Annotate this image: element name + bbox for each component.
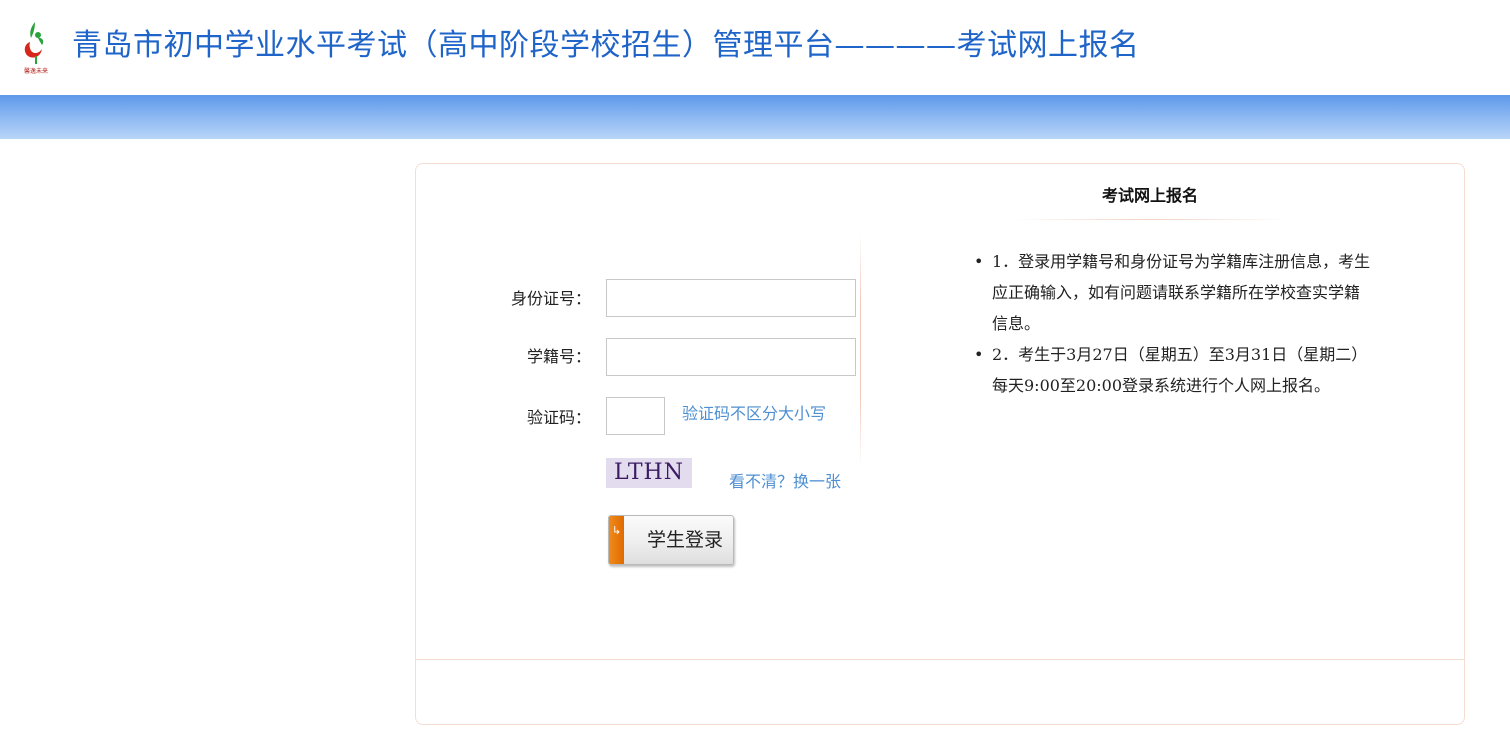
student-number-label: 学籍号：	[526, 347, 591, 366]
captcha-hint: 验证码不区分大小写	[682, 404, 827, 423]
id-number-label: 身份证号：	[510, 289, 591, 308]
login-arrow-icon: ↳	[609, 516, 624, 564]
captcha-label: 验证码：	[526, 408, 591, 427]
notice-item: • 1．登录用学籍号和身份证号为学籍库注册信息，考生应正确输入，如有问题请联系学…	[974, 246, 1372, 339]
student-login-button[interactable]: ↳ 学生登录	[608, 515, 734, 565]
notice-item-text: 2．考生于3月27日（星期五）至3月31日（星期二）每天9:00至20:00登录…	[992, 345, 1368, 395]
student-number-input[interactable]	[606, 338, 856, 376]
notice-title-rule	[1012, 219, 1288, 220]
bullet-icon: •	[974, 252, 984, 271]
refresh-captcha-link[interactable]: 看不清？换一张	[729, 472, 841, 492]
notice-item-text: 1．登录用学籍号和身份证号为学籍库注册信息，考生应正确输入，如有问题请联系学籍所…	[992, 252, 1371, 333]
page-title: 青岛市初中学业水平考试（高中阶段学校招生）管理平台————考试网上报名	[72, 28, 1140, 63]
panel-footer-divider	[416, 659, 1464, 660]
captcha-image[interactable]: LTHN	[606, 458, 692, 488]
header: 馨逸未来 青岛市初中学业水平考试（高中阶段学校招生）管理平台————考试网上报名	[0, 0, 1510, 95]
header-banner	[0, 95, 1510, 139]
notice-item: • 2．考生于3月27日（星期五）至3月31日（星期二）每天9:00至20:00…	[974, 339, 1372, 401]
login-button-label: 学生登录	[647, 529, 724, 551]
svg-text:馨逸未来: 馨逸未来	[24, 67, 48, 75]
captcha-input[interactable]	[606, 397, 665, 435]
bullet-icon: •	[974, 345, 984, 364]
notice-title: 考试网上报名	[1101, 186, 1198, 205]
login-panel: 身份证号： 学籍号： 验证码： 验证码不区分大小写 LTHN 看不清？换一张 ↳…	[415, 163, 1465, 725]
qingdao-education-logo-icon: 馨逸未来	[24, 22, 48, 75]
id-number-input[interactable]	[606, 279, 856, 317]
vertical-divider	[860, 234, 861, 466]
notice-list: • 1．登录用学籍号和身份证号为学籍库注册信息，考生应正确输入，如有问题请联系学…	[974, 246, 1372, 401]
